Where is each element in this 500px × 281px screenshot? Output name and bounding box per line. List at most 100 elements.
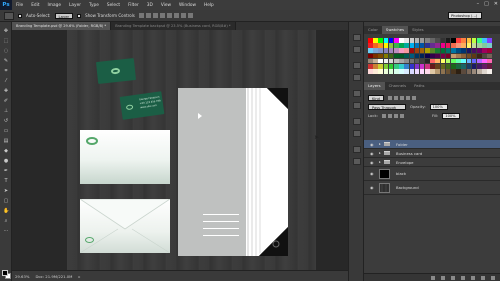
- color-swatch[interactable]: [409, 48, 415, 53]
- color-swatch[interactable]: [466, 63, 472, 69]
- color-swatch[interactable]: [482, 43, 487, 48]
- color-swatch[interactable]: [435, 53, 441, 59]
- eyedropper-tool-icon[interactable]: ⁄: [3, 78, 9, 84]
- color-swatch[interactable]: [368, 38, 373, 43]
- info-panel-icon[interactable]: [353, 74, 361, 81]
- color-swatch[interactable]: [373, 69, 378, 74]
- align-top-icon[interactable]: [138, 13, 144, 18]
- color-swatch[interactable]: [487, 38, 492, 43]
- color-swatch[interactable]: [471, 38, 477, 43]
- color-swatch[interactable]: [368, 43, 373, 48]
- color-swatch[interactable]: [440, 53, 446, 59]
- color-swatch[interactable]: [378, 48, 383, 53]
- new-group-icon[interactable]: [471, 275, 475, 280]
- color-swatch[interactable]: [419, 43, 425, 48]
- color-swatch[interactable]: [404, 69, 409, 74]
- color-swatch[interactable]: [466, 69, 472, 74]
- layer-row-business-card[interactable]: ◉ ▸ Business card: [364, 149, 500, 158]
- lasso-tool-icon[interactable]: ◌: [3, 48, 9, 54]
- color-swatch[interactable]: [476, 69, 482, 74]
- menu-view[interactable]: View: [157, 3, 175, 8]
- visibility-eye-icon[interactable]: ◉: [370, 171, 375, 176]
- link-layers-icon[interactable]: [431, 275, 435, 280]
- tab-styles[interactable]: Styles: [408, 26, 428, 34]
- color-swatch[interactable]: [487, 48, 492, 53]
- color-swatch[interactable]: [476, 58, 482, 64]
- color-swatch[interactable]: [482, 63, 487, 69]
- color-swatch[interactable]: [471, 69, 477, 74]
- color-swatch[interactable]: [425, 69, 430, 74]
- workspace-select[interactable]: Photoshop (...): [448, 12, 482, 19]
- history-brush-tool-icon[interactable]: ↺: [3, 118, 9, 124]
- envelope-front[interactable]: [80, 130, 170, 184]
- marquee-tool-icon[interactable]: ⬚: [3, 38, 9, 44]
- smart-object-filter-icon[interactable]: [411, 95, 416, 100]
- color-swatch[interactable]: [476, 38, 482, 43]
- menu-select[interactable]: Select: [103, 3, 124, 8]
- tab-color[interactable]: Color: [364, 26, 382, 34]
- color-swatch[interactable]: [466, 48, 472, 53]
- color-swatch[interactable]: [393, 43, 399, 48]
- color-swatch[interactable]: [373, 58, 378, 64]
- color-swatch[interactable]: [430, 69, 435, 74]
- color-swatch[interactable]: [435, 43, 441, 48]
- color-swatch[interactable]: [388, 58, 394, 64]
- healing-tool-icon[interactable]: ✚: [3, 88, 9, 94]
- align-center-icon[interactable]: [166, 13, 172, 18]
- color-swatch[interactable]: [482, 58, 487, 64]
- color-swatch[interactable]: [456, 43, 461, 48]
- dodge-tool-icon[interactable]: ●: [3, 158, 9, 164]
- color-swatch[interactable]: [378, 38, 383, 43]
- color-swatch[interactable]: [440, 69, 446, 74]
- color-swatch[interactable]: [461, 43, 466, 48]
- expand-triangle-icon[interactable]: ▸: [379, 151, 381, 155]
- opacity-input[interactable]: 100%: [429, 103, 448, 110]
- gradient-tool-icon[interactable]: ▤: [3, 138, 9, 144]
- app-logo[interactable]: Ps: [0, 0, 12, 10]
- color-swatch[interactable]: [430, 63, 435, 69]
- business-card-back[interactable]: George Ferguson +00 123 456 789 www.site…: [119, 91, 165, 120]
- color-swatch[interactable]: [471, 63, 477, 69]
- color-swatch[interactable]: [461, 63, 466, 69]
- adjustments-panel-icon[interactable]: [353, 62, 361, 69]
- color-swatch[interactable]: [399, 38, 404, 43]
- layer-row-envelope[interactable]: ◉ ▸ Envelope: [364, 158, 500, 167]
- color-swatch[interactable]: [451, 53, 456, 59]
- maximize-button[interactable]: □: [484, 1, 489, 7]
- layer-row-background[interactable]: ◉ Background: [364, 181, 500, 195]
- color-swatch[interactable]: [487, 43, 492, 48]
- visibility-eye-icon[interactable]: ◉: [370, 185, 375, 190]
- color-swatch[interactable]: [425, 43, 430, 48]
- move-tool-icon[interactable]: ✥: [3, 28, 9, 34]
- color-swatch[interactable]: [435, 58, 441, 64]
- paragraph-panel-icon[interactable]: [353, 102, 361, 109]
- color-swatch[interactable]: [456, 63, 461, 69]
- color-swatch[interactable]: [383, 43, 389, 48]
- color-swatch[interactable]: [451, 69, 456, 74]
- color-swatch[interactable]: [461, 38, 466, 43]
- menu-edit[interactable]: Edit: [27, 3, 43, 8]
- color-swatch[interactable]: [456, 48, 461, 53]
- lock-position-icon[interactable]: [393, 113, 398, 118]
- color-swatch[interactable]: [482, 48, 487, 53]
- blur-tool-icon[interactable]: ◆: [3, 148, 9, 154]
- color-swatch[interactable]: [476, 53, 482, 59]
- color-swatch[interactable]: [419, 69, 425, 74]
- color-swatch[interactable]: [393, 38, 399, 43]
- menu-window[interactable]: Window: [175, 3, 200, 8]
- color-swatch[interactable]: [435, 48, 441, 53]
- color-swatch[interactable]: [425, 53, 430, 59]
- color-swatch[interactable]: [430, 48, 435, 53]
- color-swatch[interactable]: [368, 53, 373, 59]
- color-swatch[interactable]: [409, 63, 415, 69]
- minimize-button[interactable]: –: [477, 1, 480, 7]
- color-swatch[interactable]: [445, 48, 451, 53]
- color-swatch[interactable]: [393, 48, 399, 53]
- color-swatch[interactable]: [445, 63, 451, 69]
- color-swatch[interactable]: [461, 69, 466, 74]
- color-swatch[interactable]: [445, 38, 451, 43]
- color-swatch[interactable]: [388, 63, 394, 69]
- business-card-front[interactable]: [95, 58, 137, 84]
- color-swatch[interactable]: [466, 53, 472, 59]
- color-swatch[interactable]: [373, 43, 378, 48]
